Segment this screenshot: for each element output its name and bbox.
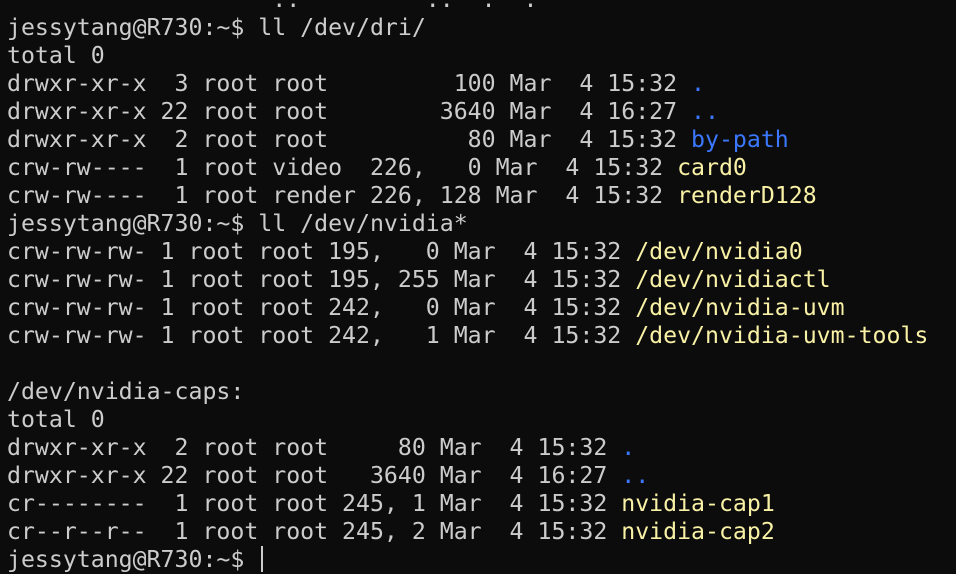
listing-row: crw-rw---- 1 root render 226, 128 Mar 4 … (7, 182, 952, 210)
listing-row: crw-rw-rw- 1 root root 242, 0 Mar 4 15:3… (7, 294, 952, 322)
listing-row: crw-rw---- 1 root video 226, 0 Mar 4 15:… (7, 154, 952, 182)
device-name: nvidia-cap1 (621, 490, 775, 517)
output-line: .. ˜ ‘ .. . . (7, 0, 952, 14)
output-line: /dev/nvidia-caps: (7, 378, 245, 405)
directory-name: by-path (691, 126, 789, 153)
listing-meta: drwxr-xr-x 2 root root 80 Mar 4 15:32 (7, 126, 692, 153)
listing-meta: crw-rw-rw- 1 root root 195, 255 Mar 4 15… (7, 266, 636, 293)
directory-name: .. (691, 98, 719, 125)
listing-row: crw-rw-rw- 1 root root 242, 1 Mar 4 15:3… (7, 322, 952, 350)
output-line: total 0 (7, 42, 105, 69)
listing-row: crw-rw-rw- 1 root root 195, 0 Mar 4 15:3… (7, 238, 952, 266)
command-line: jessytang@R730:~$ ll /dev/nvidia* (7, 210, 468, 237)
listing-row: crw-rw-rw- 1 root root 195, 255 Mar 4 15… (7, 266, 952, 294)
device-name: card0 (677, 154, 747, 181)
directory-name: .. (621, 462, 650, 489)
output-line: total 0 (7, 406, 105, 433)
listing-meta: crw-rw---- 1 root render 226, 128 Mar 4 … (7, 182, 678, 209)
active-prompt-line: jessytang@R730:~$ (7, 546, 952, 574)
device-name: renderD128 (677, 182, 817, 209)
listing-meta: crw-rw-rw- 1 root root 242, 1 Mar 4 15:3… (7, 322, 636, 349)
listing-meta: drwxr-xr-x 22 root root 3640 Mar 4 16:27 (7, 98, 692, 125)
listing-row: drwxr-xr-x 22 root root 3640 Mar 4 16:27… (7, 98, 952, 126)
text-cursor[interactable] (261, 546, 264, 572)
listing-row: drwxr-xr-x 3 root root 100 Mar 4 15:32 . (7, 70, 952, 98)
listing-meta: crw-rw-rw- 1 root root 195, 0 Mar 4 15:3… (7, 238, 636, 265)
listing-meta: drwxr-xr-x 3 root root 100 Mar 4 15:32 (7, 70, 692, 97)
device-name: /dev/nvidiactl (635, 266, 831, 293)
listing-meta: crw-rw-rw- 1 root root 242, 0 Mar 4 15:3… (7, 294, 636, 321)
device-name: /dev/nvidia-uvm-tools (635, 322, 929, 349)
directory-name: . (621, 434, 636, 461)
listing-row: drwxr-xr-x 2 root root 80 Mar 4 15:32 by… (7, 126, 952, 154)
listing-row: drwxr-xr-x 2 root root 80 Mar 4 15:32 . (7, 434, 952, 462)
listing-meta: cr--r--r-- 1 root root 245, 2 Mar 4 15:3… (7, 518, 622, 545)
command-line: jessytang@R730:~$ ll /dev/dri/ (7, 14, 426, 41)
listing-meta: cr-------- 1 root root 245, 1 Mar 4 15:3… (7, 490, 622, 517)
shell-prompt: jessytang@R730:~$ (7, 546, 259, 573)
listing-row: drwxr-xr-x 22 root root 3640 Mar 4 16:27… (7, 462, 952, 490)
device-name: nvidia-cap2 (621, 518, 775, 545)
listing-meta: drwxr-xr-x 2 root root 80 Mar 4 15:32 (7, 434, 622, 461)
listing-meta: drwxr-xr-x 22 root root 3640 Mar 4 16:27 (7, 462, 622, 489)
directory-name: . (691, 70, 706, 97)
listing-row: cr--r--r-- 1 root root 245, 2 Mar 4 15:3… (7, 518, 952, 546)
listing-row: cr-------- 1 root root 245, 1 Mar 4 15:3… (7, 490, 952, 518)
device-name: /dev/nvidia-uvm (635, 294, 845, 321)
terminal-output[interactable]: .. ˜ ‘ .. . .jessytang@R730:~$ ll /dev/d… (7, 0, 952, 574)
device-name: /dev/nvidia0 (635, 238, 803, 265)
listing-meta: crw-rw---- 1 root video 226, 0 Mar 4 15:… (7, 154, 678, 181)
